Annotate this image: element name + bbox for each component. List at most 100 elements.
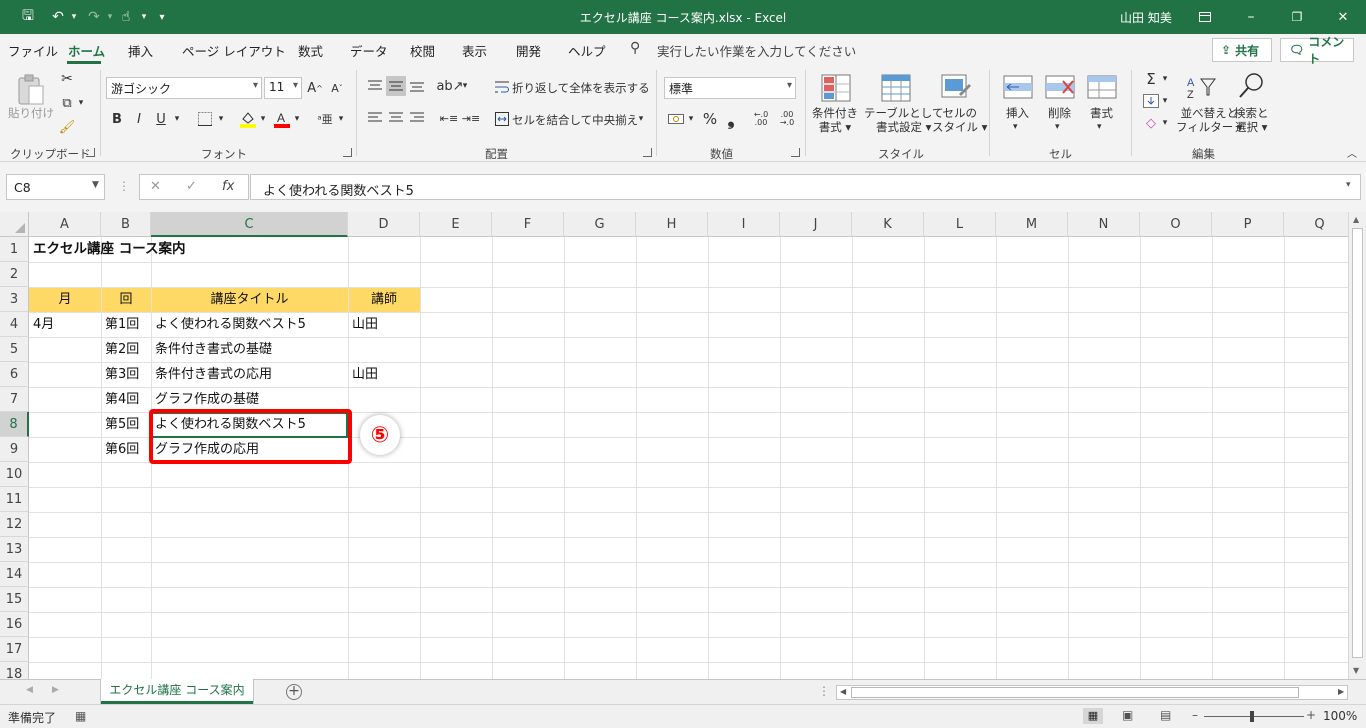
horizontal-scrollbar[interactable]: ◀ ▶	[836, 685, 1348, 700]
tab-formulas[interactable]: 数式	[298, 41, 323, 60]
column-header-i[interactable]: I	[708, 212, 780, 237]
format-cells-label[interactable]: 書式	[1090, 106, 1113, 120]
row-header[interactable]: 7	[0, 387, 29, 412]
formula-bar-grip-icon[interactable]: ⋮	[118, 179, 130, 193]
format-dropdown-icon[interactable]: ▾	[1097, 120, 1102, 134]
column-header-q[interactable]: Q	[1284, 212, 1348, 237]
cell-styles-icon[interactable]	[940, 72, 972, 104]
find-select-label[interactable]: 検索と 選択 ▾	[1234, 106, 1269, 134]
cell-a4[interactable]: 4月	[29, 312, 58, 337]
column-header-l[interactable]: L	[924, 212, 996, 237]
cell-b6[interactable]: 第3回	[101, 362, 143, 387]
align-right-icon[interactable]	[408, 108, 426, 128]
paste-icon[interactable]	[12, 72, 48, 106]
fill-color-icon[interactable]	[238, 109, 258, 129]
cell-b3[interactable]: 回	[101, 287, 151, 312]
worksheet-grid[interactable]: A B C D E F G H I J K L M N O P Q 1 2 3 …	[0, 212, 1348, 679]
zoom-out-button[interactable]: –	[1192, 708, 1198, 722]
horizontal-scroll-thumb[interactable]	[851, 687, 1299, 698]
wrap-text-icon[interactable]	[494, 78, 510, 96]
name-box[interactable]: C8	[6, 174, 105, 200]
sort-filter-icon[interactable]: AZ	[1184, 72, 1218, 102]
autosum-icon[interactable]: Σ	[1140, 70, 1162, 88]
column-header-g[interactable]: G	[564, 212, 636, 237]
alignment-launcher-icon[interactable]	[643, 148, 652, 157]
align-center-icon[interactable]	[386, 108, 406, 128]
insert-function-icon[interactable]: fx	[222, 179, 234, 194]
merge-center-icon[interactable]	[494, 110, 510, 128]
zoom-slider-thumb[interactable]	[1250, 711, 1254, 722]
scroll-left-icon[interactable]: ◀	[840, 687, 846, 696]
cell-d6[interactable]: 山田	[348, 362, 382, 387]
decrease-font-icon[interactable]: Aˇ	[328, 78, 346, 98]
confirm-entry-icon[interactable]: ✓	[186, 179, 197, 194]
sort-filter-label[interactable]: 並べ替えと フィルター ▾	[1176, 106, 1243, 134]
phonetic-dropdown-icon[interactable]: ▾	[336, 109, 346, 129]
delete-dropdown-icon[interactable]: ▾	[1055, 120, 1060, 134]
prev-sheet-icon[interactable]: ◀	[26, 685, 33, 695]
sheet-tab-active[interactable]: エクセル講座 コース案内	[101, 679, 253, 704]
column-header-a[interactable]: A	[29, 212, 101, 237]
clear-dropdown-icon[interactable]: ▾	[1160, 114, 1170, 132]
tab-help[interactable]: ヘルプ	[568, 41, 606, 60]
insert-cells-label[interactable]: 挿入	[1006, 106, 1029, 120]
add-sheet-icon[interactable]: +	[286, 684, 302, 700]
cell-b5[interactable]: 第2回	[101, 337, 143, 362]
cell-b7[interactable]: 第4回	[101, 387, 143, 412]
increase-font-icon[interactable]: A ^	[306, 78, 324, 98]
row-header[interactable]: 12	[0, 512, 29, 537]
row-header[interactable]: 9	[0, 437, 29, 462]
tab-data[interactable]: データ	[350, 41, 388, 60]
tab-page-layout[interactable]: ページ レイアウト	[182, 41, 286, 60]
insert-dropdown-icon[interactable]: ▾	[1013, 120, 1018, 134]
cell-b8[interactable]: 第5回	[101, 412, 143, 437]
tab-developer[interactable]: 開発	[516, 41, 541, 60]
cell-c5[interactable]: 条件付き書式の基礎	[151, 337, 276, 362]
column-header-b[interactable]: B	[101, 212, 151, 237]
cell-b4[interactable]: 第1回	[101, 312, 143, 337]
number-launcher-icon[interactable]	[791, 148, 800, 157]
percent-button[interactable]: %	[700, 109, 720, 129]
tab-review[interactable]: 校閲	[410, 41, 435, 60]
row-header[interactable]: 5	[0, 337, 29, 362]
clipboard-launcher-icon[interactable]	[86, 148, 95, 157]
font-color-icon[interactable]: A	[272, 109, 292, 129]
row-header[interactable]: 6	[0, 362, 29, 387]
column-header-f[interactable]: F	[492, 212, 564, 237]
row-header[interactable]: 17	[0, 637, 29, 662]
row-header[interactable]: 15	[0, 587, 29, 612]
scroll-down-icon[interactable]: ▼	[1353, 666, 1359, 675]
column-header-h[interactable]: H	[636, 212, 708, 237]
row-header[interactable]: 16	[0, 612, 29, 637]
format-cells-icon[interactable]	[1086, 72, 1118, 102]
currency-icon[interactable]	[666, 109, 686, 129]
column-header-p[interactable]: P	[1212, 212, 1284, 237]
bold-button[interactable]: B	[108, 109, 126, 129]
row-header[interactable]: 13	[0, 537, 29, 562]
row-header[interactable]: 14	[0, 562, 29, 587]
italic-button[interactable]: I	[130, 109, 148, 129]
cell-a3[interactable]: 月	[29, 287, 101, 312]
column-header-d[interactable]: D	[348, 212, 420, 237]
fill-icon[interactable]	[1140, 92, 1162, 110]
comma-button[interactable]: ❟	[722, 109, 740, 130]
minimize-button[interactable]: –	[1228, 0, 1274, 34]
column-header-n[interactable]: N	[1068, 212, 1140, 237]
delete-cells-label[interactable]: 削除	[1048, 106, 1071, 120]
copy-icon[interactable]: ⧉	[58, 94, 76, 112]
format-painter-icon[interactable]: 🖌	[58, 118, 76, 136]
column-header-j[interactable]: J	[780, 212, 852, 237]
row-header[interactable]: 1	[0, 237, 29, 262]
underline-button[interactable]: U	[152, 109, 170, 129]
tab-split-handle-icon[interactable]: ⋮	[818, 684, 830, 698]
tab-view[interactable]: 表示	[462, 41, 487, 60]
underline-dropdown-icon[interactable]: ▾	[172, 109, 182, 129]
column-header-c[interactable]: C	[151, 212, 348, 237]
tab-home[interactable]: ホーム	[68, 41, 105, 60]
column-header-m[interactable]: M	[996, 212, 1068, 237]
wrap-text-label[interactable]: 折り返して全体を表示する	[512, 81, 650, 95]
format-as-table-icon[interactable]	[880, 72, 912, 104]
vertical-scrollbar[interactable]: ▲ ▼	[1348, 212, 1366, 679]
name-box-dropdown-icon[interactable]: ▼	[92, 180, 99, 190]
row-header-selected[interactable]: 8	[0, 412, 29, 437]
